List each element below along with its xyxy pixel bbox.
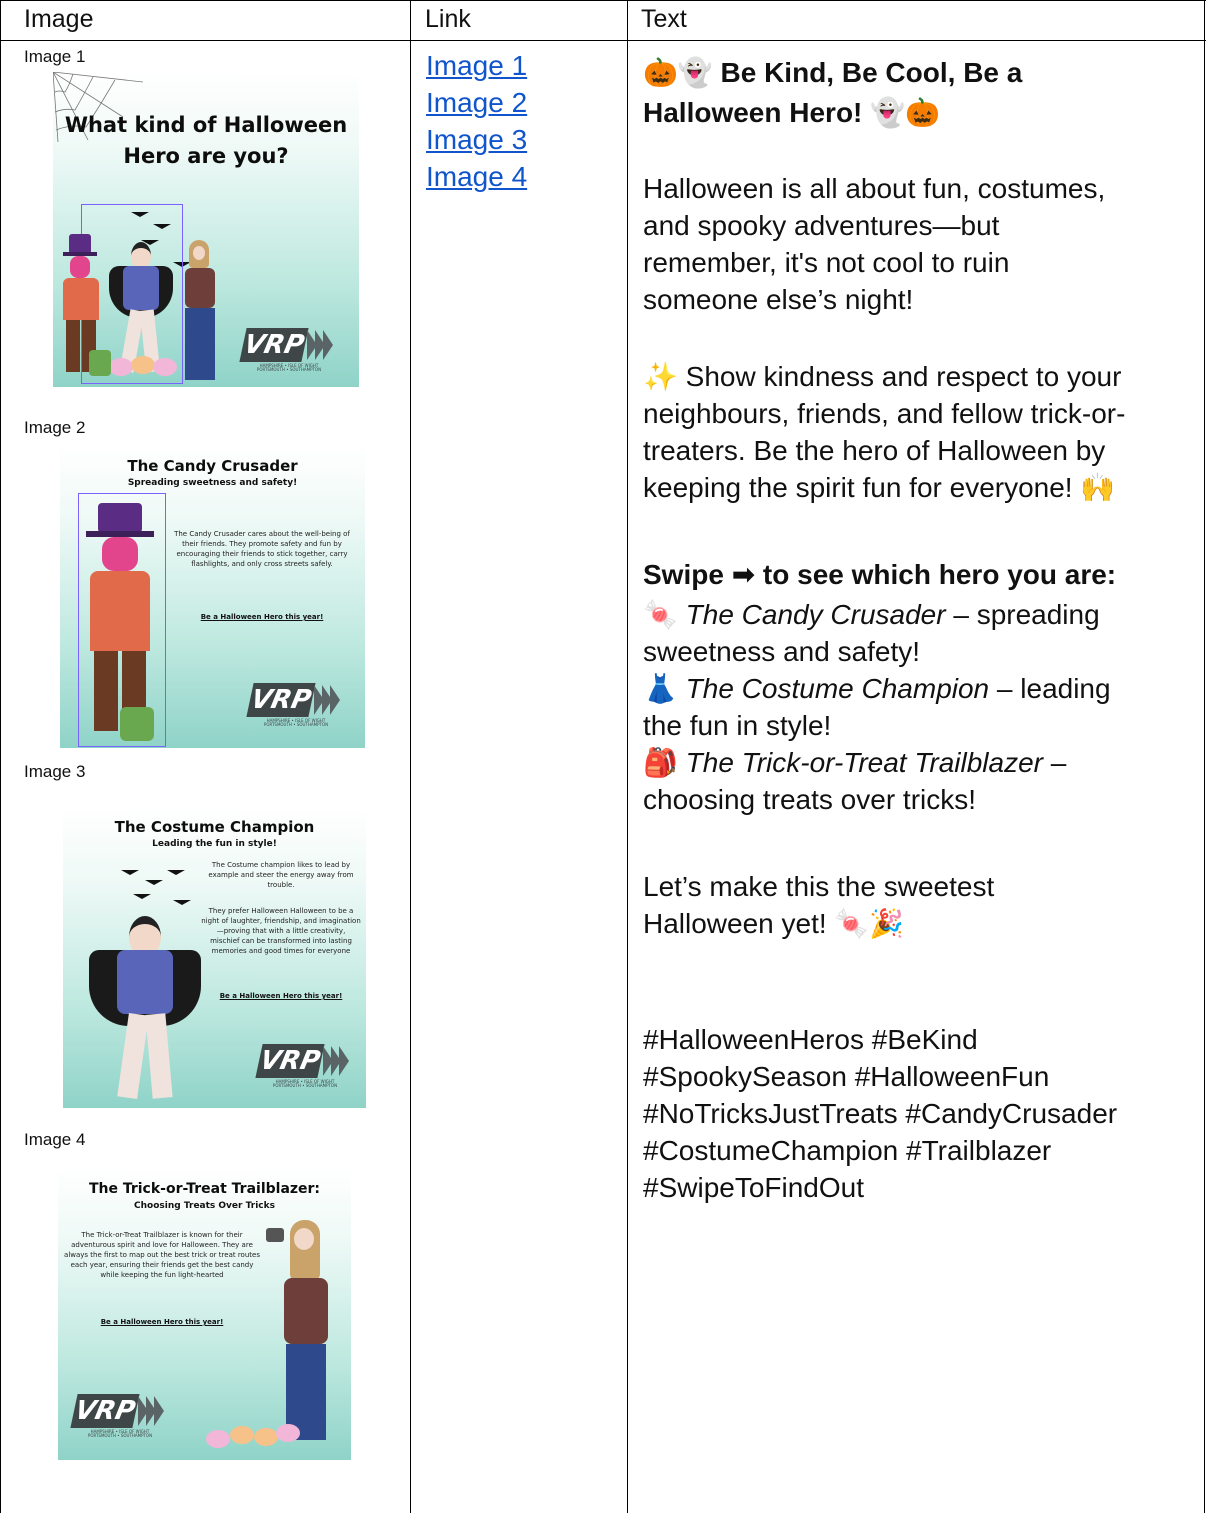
bat-icon bbox=[145, 880, 163, 885]
bat-icon bbox=[121, 870, 139, 875]
poster-2-title: The Candy Crusader bbox=[127, 457, 298, 475]
poster-1-title: What kind of Halloween Hero are you? bbox=[64, 113, 348, 168]
link-image-2[interactable]: Image 2 bbox=[426, 84, 527, 121]
image-3-label: Image 3 bbox=[24, 762, 86, 781]
table-divider-2 bbox=[627, 0, 628, 1513]
monster-cauldron bbox=[120, 707, 154, 741]
link-image-1[interactable]: Image 1 bbox=[426, 47, 527, 84]
hashtags: #HalloweenHeros #BeKind #SpookySeason #H… bbox=[643, 1024, 1118, 1203]
pumpkin-icon bbox=[206, 1430, 230, 1448]
poster-4-subtitle: Choosing Treats Over Tricks bbox=[134, 1201, 275, 1211]
link-image-4[interactable]: Image 4 bbox=[426, 158, 527, 195]
pumpkin-ghost-icon: 🎃👻 bbox=[643, 56, 713, 89]
pumpkin-icon bbox=[109, 358, 133, 376]
bat-icon bbox=[133, 894, 151, 899]
poster-2-subtitle: Spreading sweetness and safety! bbox=[127, 478, 298, 488]
column-header-link: Link bbox=[425, 5, 471, 33]
poster-3-body-2: They prefer Halloween Halloween to be a … bbox=[201, 907, 361, 955]
paragraph-kindness: ✨ Show kindness and respect to your neig… bbox=[643, 361, 1126, 503]
column-header-image: Image bbox=[24, 5, 94, 33]
post-heading-line-2: Halloween Hero! 👻🎃 bbox=[643, 96, 940, 129]
poster-image-3: The Costume Champion Leading the fun in … bbox=[63, 808, 366, 1108]
dress-icon: 👗 bbox=[643, 672, 678, 705]
pumpkin-icon bbox=[254, 1428, 278, 1446]
hero-item-costume-champion: 👗 The Costume Champion – leading bbox=[643, 672, 1111, 705]
header-row-divider bbox=[0, 40, 1206, 41]
pumpkin-icon bbox=[276, 1424, 300, 1442]
image-4-label: Image 4 bbox=[24, 1130, 86, 1149]
hero-item-candy-crusader: 🍬 The Candy Crusader – spreading bbox=[643, 598, 1100, 631]
table-border-top bbox=[0, 0, 1206, 1]
backpack-icon: 🎒 bbox=[643, 746, 678, 779]
vrp-logo: VRP HAMPSHIRE • ISLE OF WIGHT PORTSMOUTH … bbox=[246, 683, 342, 727]
pumpkin-icon bbox=[153, 358, 177, 376]
column-header-text: Text bbox=[641, 5, 687, 33]
table-border-right bbox=[1204, 0, 1205, 1513]
image-1-label: Image 1 bbox=[24, 47, 86, 66]
poster-2-cta: Be a Halloween Hero this year! bbox=[200, 613, 324, 621]
vrp-logo: VRP HAMPSHIRE • ISLE OF WIGHT PORTSMOUTH … bbox=[239, 328, 335, 372]
poster-image-4: The Trick-or-Treat Trailblazer: Choosing… bbox=[58, 1168, 351, 1460]
poster-3-cta: Be a Halloween Hero this year! bbox=[219, 992, 343, 1000]
bat-icon bbox=[167, 870, 185, 875]
ghost-pumpkin-icon: 👻🎃 bbox=[870, 96, 940, 129]
paragraph-intro: Halloween is all about fun, costumes, an… bbox=[643, 173, 1106, 315]
poster-2-body: The Candy Crusader cares about the well-… bbox=[174, 530, 350, 568]
poster-4-cta: Be a Halloween Hero this year! bbox=[100, 1318, 224, 1326]
poster-3-subtitle: Leading the fun in style! bbox=[152, 839, 277, 849]
table-divider-1 bbox=[410, 0, 411, 1513]
candy-icon: 🍬 bbox=[643, 598, 678, 631]
table-border-left bbox=[0, 0, 1, 1513]
poster-4-body: The Trick-or-Treat Trailblazer is known … bbox=[64, 1231, 260, 1279]
pumpkin-icon bbox=[230, 1426, 254, 1444]
hero-list: 🍬 The Candy Crusader – spreading sweetne… bbox=[643, 596, 1195, 818]
swipe-heading: Swipe ➡ to see which hero you are: bbox=[643, 559, 1117, 590]
bat-icon bbox=[173, 900, 191, 905]
poster-4-title: The Trick-or-Treat Trailblazer: bbox=[88, 1181, 321, 1197]
monster-cauldron bbox=[89, 350, 111, 376]
post-heading-line-1: 🎃👻 Be Kind, Be Cool, Be a bbox=[643, 56, 1023, 89]
poster-3-body: The Costume champion likes to lead by ex… bbox=[208, 861, 354, 889]
link-image-3[interactable]: Image 3 bbox=[426, 121, 527, 158]
poster-image-2: The Candy Crusader Spreading sweetness a… bbox=[60, 445, 365, 748]
poster-3-title: The Costume Champion bbox=[114, 818, 315, 836]
poster-image-1: What kind of Halloween Hero are you? VRP bbox=[53, 72, 359, 387]
pumpkin-icon bbox=[131, 356, 155, 374]
closing-paragraph: Let’s make this the sweetest Halloween y… bbox=[643, 871, 995, 939]
hero-item-trailblazer: 🎒 The Trick-or-Treat Trailblazer – bbox=[643, 746, 1067, 779]
vrp-logo-caption: HAMPSHIRE • ISLE OF WIGHT PORTSMOUTH • SO… bbox=[256, 363, 322, 372]
vrp-logo: VRP HAMPSHIRE • ISLE OF WIGHT PORTSMOUTH … bbox=[255, 1044, 351, 1088]
vrp-logo-text: VRP bbox=[239, 328, 309, 362]
image-2-label: Image 2 bbox=[24, 418, 86, 437]
vrp-logo: VRP HAMPSHIRE • ISLE OF WIGHT PORTSMOUTH … bbox=[70, 1394, 166, 1438]
